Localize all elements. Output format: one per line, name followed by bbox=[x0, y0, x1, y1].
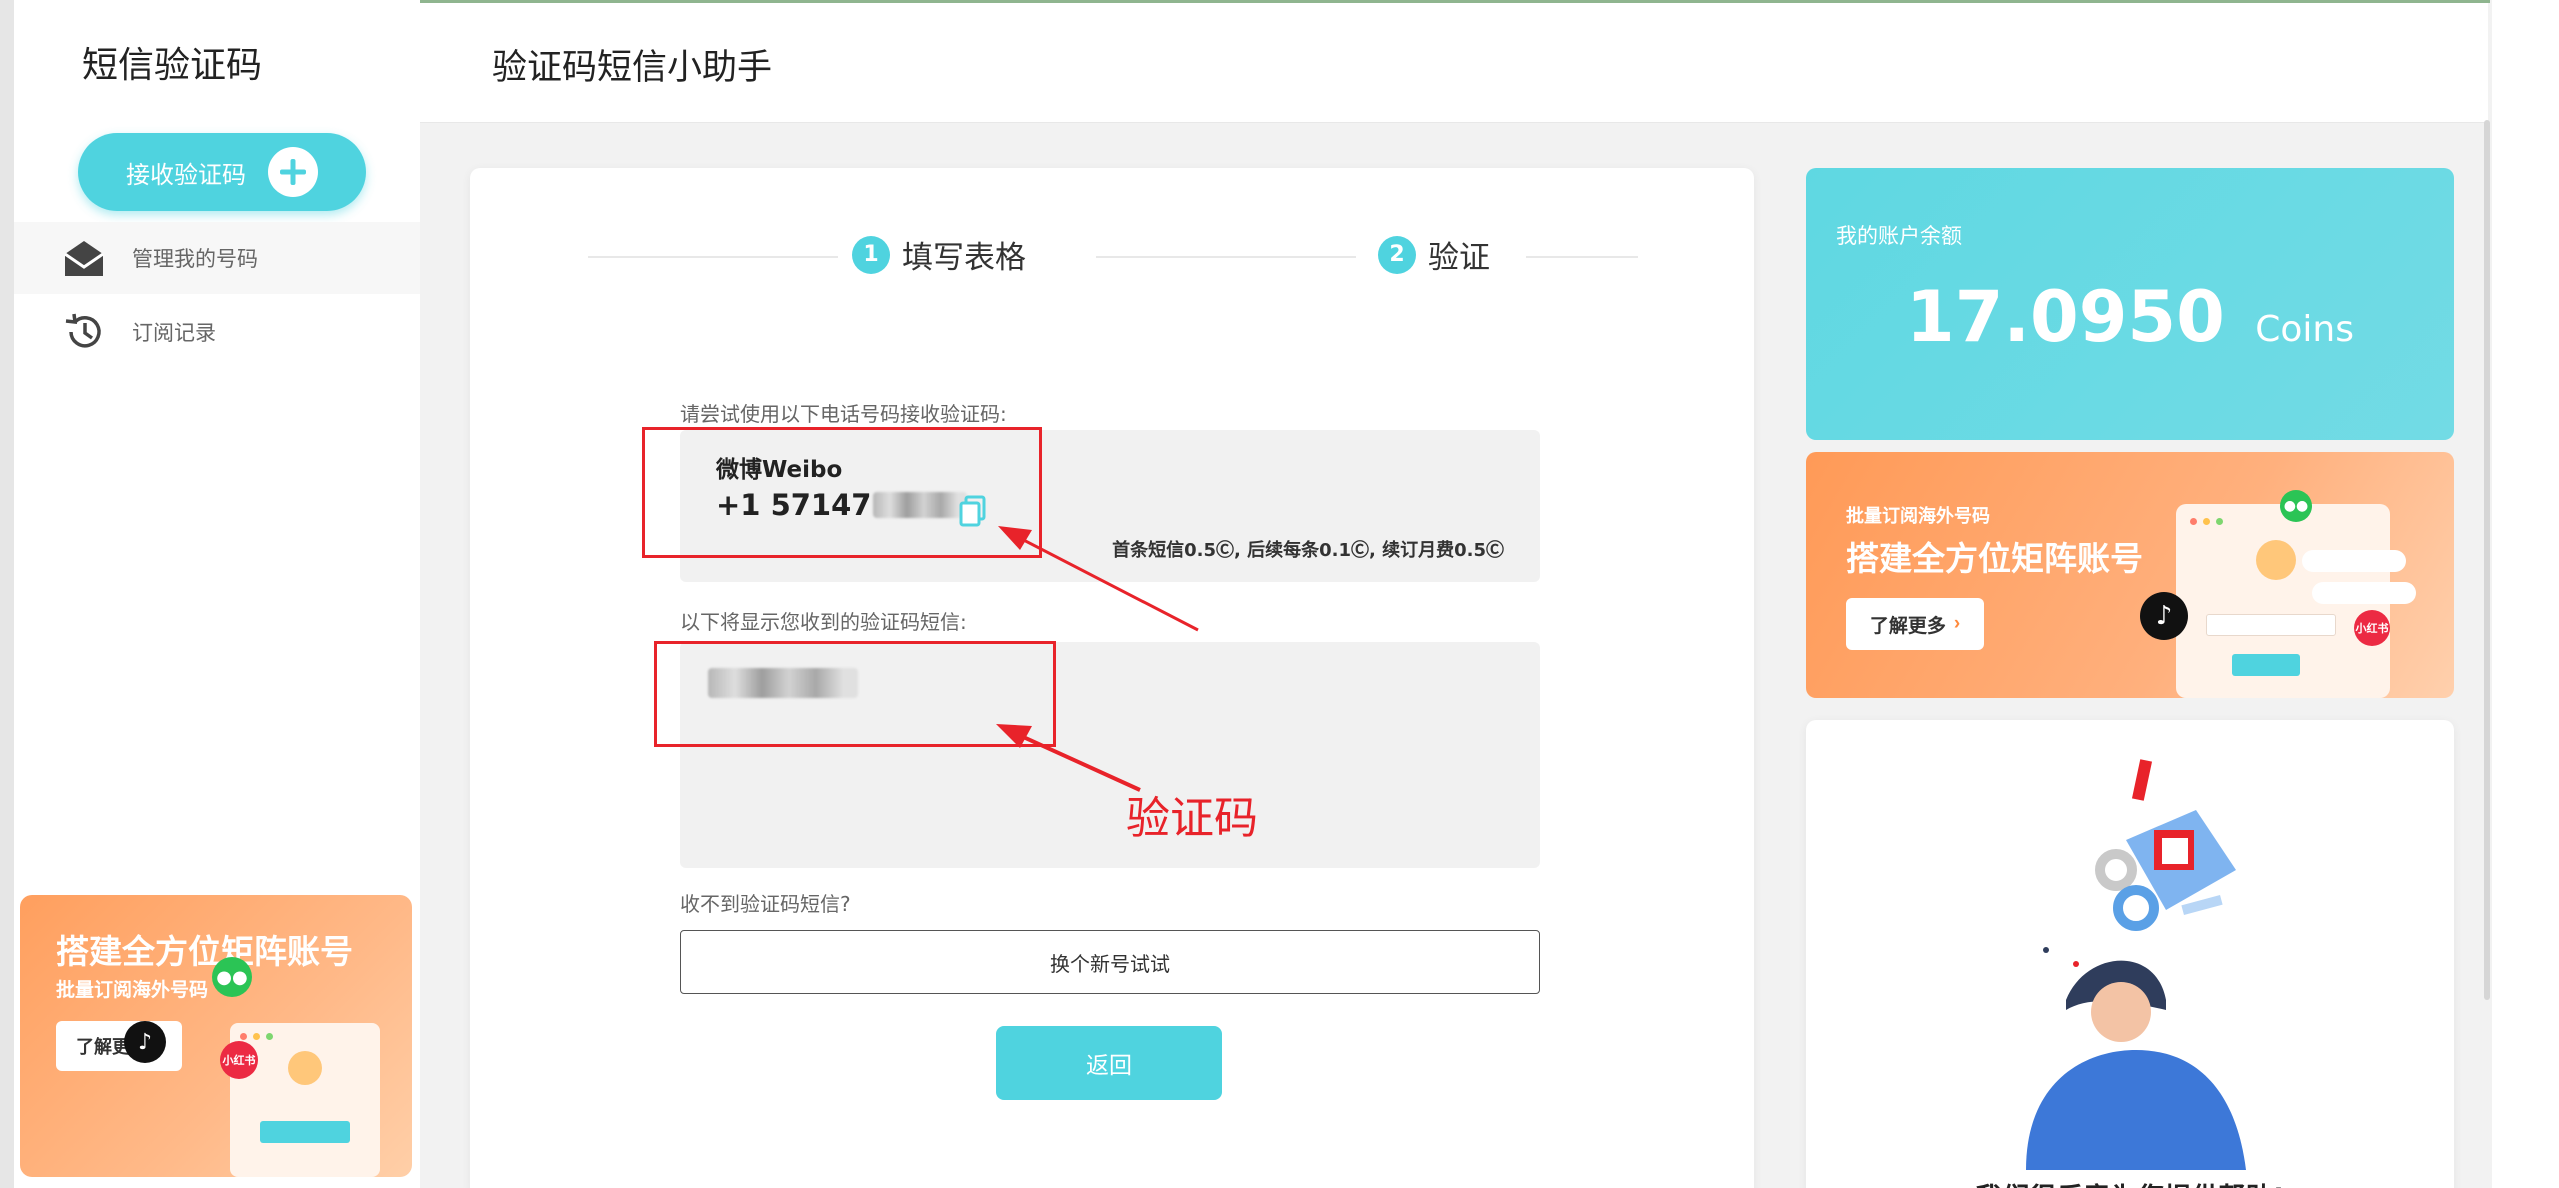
step-fill-form: 1 填写表格 bbox=[852, 232, 1026, 277]
stepper: 1 填写表格 2 验证 bbox=[588, 232, 1638, 282]
window-dots bbox=[240, 1033, 273, 1040]
avatar bbox=[288, 1051, 322, 1085]
step-divider bbox=[588, 256, 838, 258]
step-label: 填写表格 bbox=[902, 240, 1026, 276]
sidebar-item-subscriptions[interactable]: 订阅记录 bbox=[14, 296, 420, 368]
phone-label: 请尝试使用以下电话号码接收验证码: bbox=[680, 402, 1007, 426]
page-scrollbar[interactable] bbox=[2484, 120, 2490, 1000]
receive-code-label: 接收验证码 bbox=[126, 161, 246, 189]
step-divider bbox=[1096, 256, 1356, 258]
window-dots bbox=[2190, 518, 2223, 525]
ca-number-chip bbox=[2312, 582, 2416, 604]
promo-title: 搭建全方位矩阵账号 bbox=[56, 932, 353, 971]
sidebar-item-label: 管理我的号码 bbox=[132, 247, 258, 271]
learn-more-label: 了解更多 bbox=[1869, 615, 1946, 637]
wechat-icon: ●● bbox=[2280, 490, 2312, 522]
step-number: 1 bbox=[852, 235, 890, 274]
promo-subtitle: 批量订阅海外号码 bbox=[56, 979, 209, 1001]
try-new-number-button[interactable]: 换个新号试试 bbox=[680, 930, 1540, 994]
annotation-label: 验证码 bbox=[1126, 793, 1258, 844]
page-header: 验证码短信小助手 bbox=[420, 3, 2488, 123]
price-note: 首条短信0.5Ⓒ, 后续每条0.1Ⓒ, 续订月费0.5Ⓒ bbox=[1112, 540, 1504, 561]
no-sms-label: 收不到验证码短信? bbox=[680, 892, 851, 916]
step-label: 验证 bbox=[1428, 240, 1490, 276]
sidebar-item-manage-numbers[interactable]: 管理我的号码 bbox=[14, 222, 420, 294]
xiaohongshu-icon: 小红书 bbox=[220, 1041, 258, 1079]
annotation-box-sms bbox=[654, 641, 1056, 747]
brand-title: 短信验证码 bbox=[82, 45, 263, 86]
sidebar-promo-banner[interactable]: 搭建全方位矩阵账号 批量订阅海外号码 了解更多 › ♪ ●● 小红书 bbox=[20, 895, 412, 1177]
balance-amount: 17.0950 bbox=[1906, 276, 2225, 358]
receive-code-button[interactable]: 接收验证码 bbox=[78, 133, 366, 211]
promo-subtitle: 批量订阅海外号码 bbox=[1846, 506, 1990, 527]
help-card: 我们很乐意为您提供帮助! bbox=[1806, 720, 2454, 1188]
balance-label: 我的账户余额 bbox=[1836, 224, 1962, 248]
balance-value: 17.0950 Coins bbox=[1806, 276, 2454, 358]
step-number: 2 bbox=[1378, 235, 1416, 274]
step-verify: 2 验证 bbox=[1378, 232, 1490, 277]
right-blank-area bbox=[2492, 0, 2559, 1188]
wechat-icon: ●● bbox=[212, 957, 252, 997]
code-input-graphic bbox=[2206, 614, 2336, 636]
sidebar-item-label: 订阅记录 bbox=[132, 321, 216, 345]
register-button-graphic bbox=[2232, 654, 2300, 676]
promo-title: 搭建全方位矩阵账号 bbox=[1846, 539, 2143, 578]
avatar bbox=[2256, 540, 2296, 580]
balance-card: 我的账户余额 17.0950 Coins bbox=[1806, 168, 2454, 440]
learn-more-button[interactable]: 了解更多 › bbox=[1846, 598, 1984, 650]
back-button[interactable]: 返回 bbox=[996, 1026, 1222, 1100]
page-title: 验证码短信小助手 bbox=[492, 48, 773, 88]
xiaohongshu-icon: 小红书 bbox=[2354, 610, 2390, 646]
window-left-edge bbox=[0, 0, 14, 1188]
annotation-box-phone bbox=[642, 427, 1042, 558]
envelope-open-icon bbox=[62, 236, 106, 280]
sms-label: 以下将显示您收到的验证码短信: bbox=[680, 610, 967, 634]
history-icon bbox=[62, 310, 106, 354]
sidebar: 短信验证码 接收验证码 管理我的号码 订阅记录 搭建全方位矩阵账号 批量订阅海外… bbox=[14, 0, 420, 1188]
chevron-right-icon: › bbox=[1953, 613, 1961, 634]
register-button-graphic bbox=[260, 1121, 350, 1143]
help-message: 我们很乐意为您提供帮助! bbox=[1806, 1176, 2454, 1188]
support-illustration bbox=[2026, 759, 2246, 1170]
tiktok-icon: ♪ bbox=[2140, 592, 2188, 640]
tiktok-icon: ♪ bbox=[124, 1021, 166, 1063]
promo-banner[interactable]: 批量订阅海外号码 搭建全方位矩阵账号 了解更多 › ♪ ●● 小红书 bbox=[1806, 452, 2454, 698]
us-number-chip bbox=[2302, 550, 2406, 572]
step-divider bbox=[1526, 256, 1638, 258]
plus-icon bbox=[268, 147, 318, 197]
balance-unit: Coins bbox=[2255, 309, 2354, 350]
